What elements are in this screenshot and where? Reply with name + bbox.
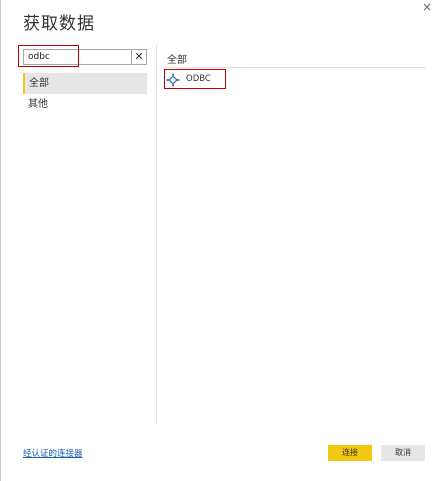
pane-divider — [156, 45, 157, 423]
connector-item-odbc[interactable]: ODBC — [166, 71, 211, 87]
category-item-other[interactable]: 其他 — [23, 94, 147, 115]
dialog-title: 获取数据 — [23, 14, 95, 34]
certified-connectors-link[interactable]: 经认证的连接器 — [23, 447, 83, 459]
get-data-dialog: × 获取数据 ✕ 全部 其他 全部 ODBC 经认证的连接器 连接 取消 — [0, 0, 436, 481]
clear-search-icon[interactable]: ✕ — [131, 50, 146, 64]
category-list: 全部 其他 — [23, 73, 147, 115]
results-header: 全部 — [167, 55, 187, 66]
connector-label: ODBC — [186, 74, 211, 84]
search-box: ✕ — [23, 49, 147, 65]
odbc-connector-icon — [166, 72, 180, 87]
category-item-all[interactable]: 全部 — [23, 73, 147, 94]
connect-button[interactable]: 连接 — [328, 445, 372, 461]
search-input[interactable] — [24, 50, 136, 64]
cancel-button[interactable]: 取消 — [381, 445, 425, 461]
close-icon[interactable]: × — [420, 0, 434, 14]
results-header-rule — [164, 67, 426, 68]
